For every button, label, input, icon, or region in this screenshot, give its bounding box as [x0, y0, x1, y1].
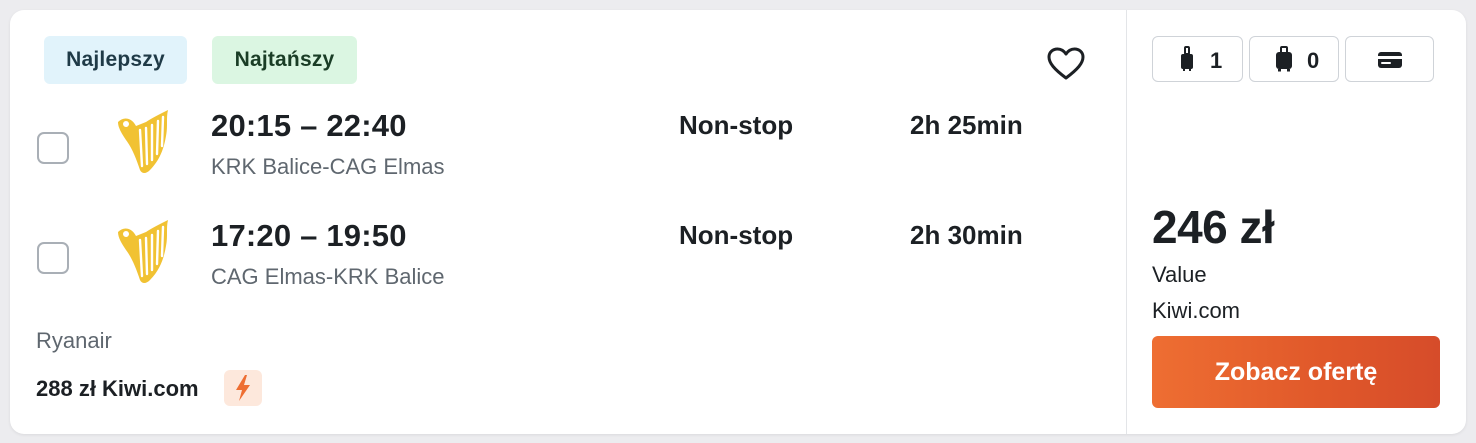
- return-stops: Non-stop: [679, 220, 794, 250]
- lightning-icon: [224, 370, 262, 406]
- outbound-stops: Non-stop: [679, 110, 794, 140]
- outbound-duration: 2h 25min: [910, 110, 1023, 140]
- return-times: 17:20 – 19:50: [211, 218, 407, 253]
- credit-card-icon: [1378, 52, 1402, 68]
- return-route: CAG Elmas-KRK Balice: [211, 264, 445, 289]
- view-offer-button[interactable]: Zobacz ofertę: [1152, 336, 1440, 408]
- offer-price: 246 zł: [1152, 201, 1275, 253]
- personal-bag-count: 1: [1210, 48, 1223, 73]
- outbound-times: 20:15 – 22:40: [211, 108, 407, 143]
- carry-on-count: 0: [1307, 48, 1320, 73]
- personal-bag-selector[interactable]: 1: [1152, 36, 1243, 82]
- ryanair-harp-logo: [118, 220, 168, 283]
- select-outbound-checkbox[interactable]: [37, 132, 69, 164]
- carry-on-bag-icon: [1276, 46, 1292, 72]
- deal-label: Value: [1152, 262, 1207, 287]
- select-return-checkbox[interactable]: [37, 242, 69, 274]
- flight-result-card[interactable]: Najlepszy Najtańszy 20:15 – 22:40 KRK Ba…: [10, 10, 1466, 434]
- personal-bag-icon: [1181, 46, 1193, 71]
- heart-icon[interactable]: [1046, 46, 1086, 82]
- offer-provider: Kiwi.com: [1152, 298, 1241, 323]
- carry-on-selector[interactable]: 0: [1249, 36, 1339, 82]
- card-divider: [1126, 10, 1127, 434]
- return-duration: 2h 30min: [910, 220, 1023, 250]
- payment-selector[interactable]: [1345, 36, 1434, 82]
- airline-name: Ryanair: [36, 328, 112, 353]
- cheapest-badge: Najtańszy: [212, 36, 357, 84]
- alternative-price[interactable]: 288 zł Kiwi.com: [36, 376, 199, 402]
- ryanair-harp-logo: [118, 110, 168, 173]
- outbound-route: KRK Balice-CAG Elmas: [211, 154, 445, 179]
- best-badge: Najlepszy: [44, 36, 187, 84]
